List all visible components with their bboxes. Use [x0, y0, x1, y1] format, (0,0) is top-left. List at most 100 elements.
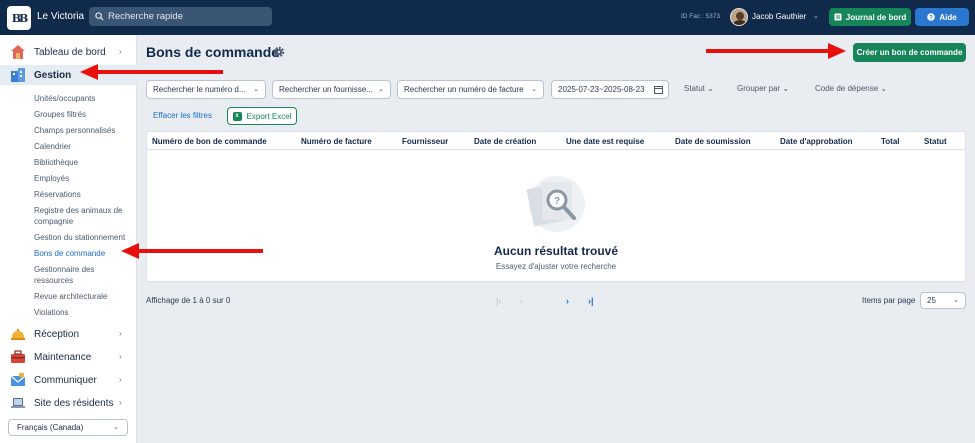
chevron-right-icon: › — [119, 329, 122, 338]
column-header[interactable]: Date d'approbation — [780, 137, 853, 146]
column-header[interactable]: Date de soumission — [675, 137, 751, 146]
items-per-page-value: 25 — [927, 296, 936, 305]
excel-icon: x — [232, 111, 242, 121]
column-header[interactable]: Numéro de facture — [301, 137, 372, 146]
avatar[interactable] — [730, 8, 748, 26]
sidebar-item-communiquer[interactable]: Communiquer › — [0, 370, 137, 390]
chevron-down-icon: ⌄ — [531, 86, 537, 93]
date-range-input[interactable]: 2025-07-23~2025-08-23 — [551, 80, 669, 99]
sidebar-subitem[interactable]: Champs personnalisés — [34, 125, 130, 136]
gear-icon[interactable] — [273, 46, 285, 58]
invoice-filter-value: Rechercher un numéro de facture — [404, 85, 524, 94]
calendar-icon — [654, 86, 663, 94]
help-label: Aide — [939, 12, 957, 22]
group-by-label: Grouper par — [737, 84, 781, 93]
sidebar-subitem[interactable]: Calendrier — [34, 141, 130, 152]
first-page-icon[interactable]: |‹ — [496, 296, 501, 306]
expense-code-dropdown[interactable]: Code de dépense ⌄ — [815, 84, 887, 93]
group-by-dropdown[interactable]: Grouper par ⌄ — [737, 84, 789, 93]
chevron-down-icon: ⌄ — [113, 424, 119, 431]
column-header[interactable]: Fournisseur — [402, 137, 448, 146]
sidebar-subitem[interactable]: Violations — [34, 307, 130, 318]
buildings-icon — [11, 68, 25, 82]
envelope-icon — [10, 373, 26, 386]
journal-icon — [834, 13, 842, 21]
clear-filters-link[interactable]: Effacer les filtres — [153, 111, 212, 120]
sidebar-subitem[interactable]: Revue architecturale — [34, 291, 130, 302]
sidebar-item-label: Maintenance — [34, 352, 92, 363]
sidebar-subitem[interactable]: Bibliothèque — [34, 157, 130, 168]
column-header[interactable]: Date de création — [474, 137, 536, 146]
supplier-filter-value: Rechercher un fournisse... — [279, 85, 373, 94]
column-header[interactable]: Une date est requise — [566, 137, 644, 146]
sidebar: Tableau de bord › Gestion Unités/occupan… — [0, 35, 137, 443]
user-name[interactable]: Jacob Gauthier — [752, 12, 806, 21]
sidebar-item-label: Gestion — [34, 70, 72, 81]
no-results-illustration: ? — [526, 176, 585, 232]
date-range-value: 2025-07-23~2025-08-23 — [558, 85, 645, 94]
journal-button[interactable]: Journal de bord — [829, 8, 911, 26]
quick-search-input[interactable]: Recherche rapide — [89, 7, 272, 26]
chevron-down-icon: ⌄ — [253, 86, 259, 93]
po-number-filter[interactable]: Rechercher le numéro d... ⌄ — [146, 80, 266, 99]
pagination-info: Affichage de 1 à 0 sur 0 — [146, 296, 231, 305]
page-title: Bons de commande — [146, 44, 280, 60]
column-header[interactable]: Total — [881, 137, 900, 146]
sidebar-item-maintenance[interactable]: Maintenance › — [0, 347, 137, 367]
question-icon: ? — [927, 13, 936, 21]
chevron-down-icon: ⌄ — [880, 84, 888, 93]
prev-page-icon[interactable]: ‹ — [520, 296, 523, 306]
purchase-orders-table: Numéro de bon de commande Numéro de fact… — [146, 131, 966, 282]
chevron-down-icon: ⌄ — [782, 84, 790, 93]
column-header[interactable]: Numéro de bon de commande — [152, 137, 267, 146]
status-dropdown[interactable]: Statut ⌄ — [684, 84, 714, 93]
language-select[interactable]: Français (Canada) ⌄ — [8, 419, 128, 436]
next-page-icon[interactable]: › — [566, 296, 569, 306]
expense-code-label: Code de dépense — [815, 84, 879, 93]
sidebar-subitem[interactable]: Gestionnaire des ressources — [34, 264, 130, 286]
sidebar-item-label: Tableau de bord — [34, 47, 106, 58]
items-per-page-select[interactable]: 25 ⌄ — [920, 292, 966, 309]
chevron-right-icon: › — [119, 398, 122, 407]
sidebar-subitem[interactable]: Réservations — [34, 189, 130, 200]
sidebar-subitem-active[interactable]: Bons de commande — [34, 248, 130, 259]
svg-text:?: ? — [554, 196, 560, 207]
export-excel-label: Export Excel — [246, 111, 292, 121]
last-page-icon[interactable]: ›| — [588, 296, 594, 306]
laptop-icon — [11, 398, 25, 408]
supplier-filter[interactable]: Rechercher un fournisse... ⌄ — [272, 80, 391, 99]
sidebar-subitem[interactable]: Gestion du stationnement — [34, 232, 130, 243]
search-icon — [95, 12, 104, 21]
sidebar-subitem[interactable]: Employés — [34, 173, 130, 184]
annotation-arrow-create-button — [706, 43, 846, 59]
sidebar-item-tableau-de-bord[interactable]: Tableau de bord › — [0, 42, 137, 62]
chevron-down-icon: ⌄ — [953, 297, 959, 304]
create-purchase-order-button[interactable]: Créer un bon de commande — [853, 43, 966, 62]
language-value: Français (Canada) — [17, 423, 84, 432]
top-bar: BB Le Victoria Recherche rapide ID Fac :… — [0, 0, 975, 35]
column-header[interactable]: Statut — [924, 137, 947, 146]
house-icon — [11, 45, 25, 59]
chevron-right-icon: › — [119, 47, 122, 56]
chevron-right-icon: › — [119, 375, 122, 384]
export-excel-button[interactable]: x Export Excel — [227, 107, 297, 125]
sidebar-subitem[interactable]: Registre des animaux de compagnie — [34, 205, 130, 227]
po-number-filter-value: Rechercher le numéro d... — [153, 85, 246, 94]
app-logo[interactable]: BB — [7, 6, 31, 30]
property-name: Le Victoria — [37, 11, 85, 22]
bell-icon — [11, 328, 25, 340]
chevron-down-icon[interactable]: ⌄ — [813, 12, 819, 20]
sidebar-item-site-des-residents[interactable]: Site des résidents › — [0, 393, 137, 413]
facility-id: ID Fac : 5373 — [681, 13, 721, 20]
quick-search-placeholder: Recherche rapide — [108, 11, 183, 22]
invoice-filter[interactable]: Rechercher un numéro de facture ⌄ — [397, 80, 544, 99]
sidebar-subitem[interactable]: Groupes filtrés — [34, 109, 130, 120]
sidebar-item-label: Communiquer — [34, 375, 97, 386]
sidebar-item-reception[interactable]: Réception › — [0, 324, 137, 344]
annotation-arrow-bons-de-commande — [121, 243, 263, 259]
svg-text:?: ? — [929, 15, 933, 21]
sidebar-subitem[interactable]: Unités/occupants — [34, 93, 130, 104]
help-button[interactable]: ? Aide — [915, 8, 969, 26]
journal-label: Journal de bord — [845, 12, 907, 22]
status-label: Statut — [684, 84, 705, 93]
